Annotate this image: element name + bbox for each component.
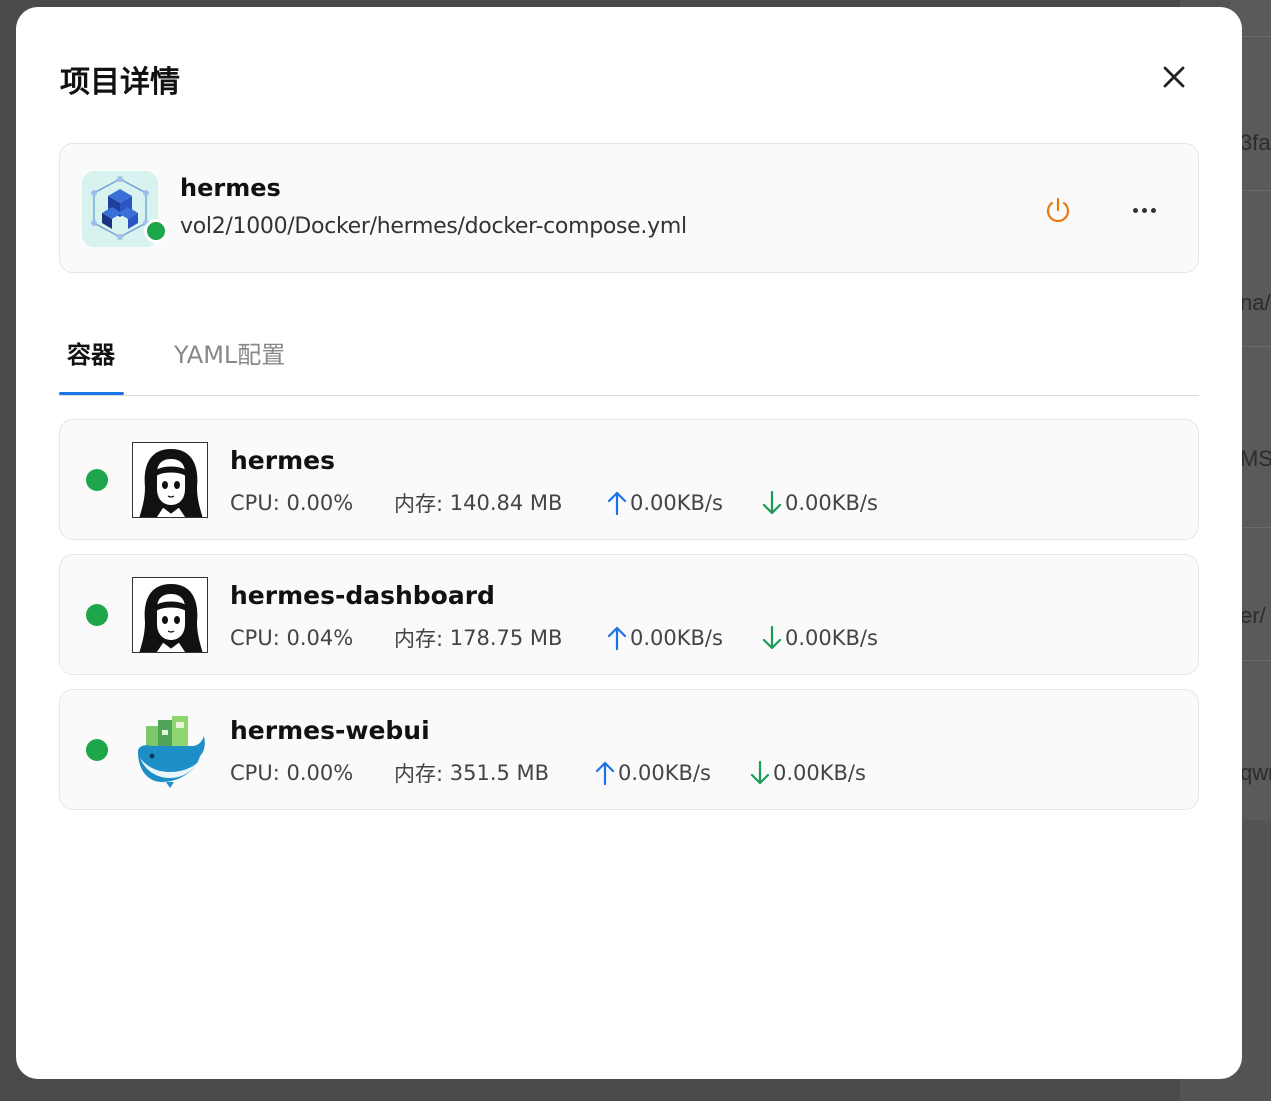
project-card: hermes vol2/1000/Docker/hermes/docker-co… [59, 143, 1199, 273]
anime-girl-avatar-icon [132, 442, 208, 518]
cpu-label: CPU: [230, 626, 280, 650]
project-detail-modal: 项目详情 hermes vol2/1000/Docker/hermes/dock… [16, 7, 1242, 1079]
container-status-dot [86, 469, 108, 491]
project-path: vol2/1000/Docker/hermes/docker-compose.y… [180, 214, 687, 239]
download-arrow-icon [750, 760, 770, 785]
cpu-value: 0.04% [286, 626, 354, 650]
container-status-dot [86, 739, 108, 761]
memory-value: 140.84 MB [449, 491, 563, 515]
project-icon [82, 171, 168, 247]
container-name: hermes-dashboard [230, 581, 495, 610]
active-tab-indicator [59, 392, 124, 395]
close-icon [1163, 66, 1185, 88]
cpu-value: 0.00% [286, 491, 354, 515]
memory-value: 351.5 MB [449, 761, 550, 785]
download-arrow-icon [762, 490, 782, 515]
container-name: hermes-webui [230, 716, 430, 745]
container-stats: CPU: 0.00% 内存: 351.5 MB 0.00KB/s 0.00KB/… [230, 758, 866, 788]
download-speed: 0.00KB/s [773, 761, 866, 785]
power-button[interactable] [1042, 194, 1074, 226]
download-arrow-icon [762, 625, 782, 650]
close-button[interactable] [1156, 59, 1192, 95]
download-speed: 0.00KB/s [785, 491, 878, 515]
more-dot-icon [1141, 207, 1147, 213]
upload-speed: 0.00KB/s [630, 491, 723, 515]
container-row[interactable]: hermes-dashboard CPU: 0.04% 内存: 178.75 M… [59, 554, 1199, 675]
project-status-dot [144, 219, 168, 243]
power-icon [1046, 197, 1070, 223]
upload-arrow-icon [607, 626, 627, 651]
modal-title: 项目详情 [60, 65, 180, 100]
upload-speed: 0.00KB/s [618, 761, 711, 785]
memory-label: 内存: [394, 762, 444, 786]
tab-yaml-config[interactable]: YAML配置 [174, 335, 285, 370]
background-divider [1240, 660, 1271, 661]
background-text: er/ [1240, 603, 1266, 628]
memory-label: 内存: [394, 492, 444, 516]
anime-girl-avatar-icon [132, 577, 208, 653]
upload-arrow-icon [595, 761, 615, 786]
whale-icon [132, 712, 208, 788]
background-text: qwr [1240, 760, 1271, 785]
cpu-label: CPU: [230, 491, 280, 515]
background-text: 3fa [1240, 130, 1271, 155]
background-divider [1240, 346, 1271, 347]
background-text: MSI [1240, 446, 1271, 471]
container-stats: CPU: 0.04% 内存: 178.75 MB 0.00KB/s 0.00KB… [230, 623, 878, 653]
container-status-dot [86, 604, 108, 626]
background-text: na/ [1240, 290, 1271, 315]
tab-containers[interactable]: 容器 [67, 335, 115, 370]
container-stats: CPU: 0.00% 内存: 140.84 MB 0.00KB/s 0.00KB… [230, 488, 878, 518]
background-divider [1240, 36, 1271, 37]
container-name: hermes [230, 446, 335, 475]
download-speed: 0.00KB/s [785, 626, 878, 650]
cpu-value: 0.00% [286, 761, 354, 785]
more-dot-icon [1132, 207, 1138, 213]
more-dot-icon [1150, 207, 1156, 213]
background-divider [1240, 190, 1271, 191]
upload-arrow-icon [607, 491, 627, 516]
background-divider [1240, 527, 1271, 528]
container-row[interactable]: hermes-webui CPU: 0.00% 内存: 351.5 MB 0.0… [59, 689, 1199, 810]
memory-value: 178.75 MB [449, 626, 563, 650]
tab-bar: 容器 YAML配置 [59, 307, 1199, 396]
project-name: hermes [180, 174, 281, 202]
more-options-button[interactable] [1128, 194, 1160, 226]
container-row[interactable]: hermes CPU: 0.00% 内存: 140.84 MB 0.00KB/s [59, 419, 1199, 540]
upload-speed: 0.00KB/s [630, 626, 723, 650]
cpu-label: CPU: [230, 761, 280, 785]
memory-label: 内存: [394, 627, 444, 651]
